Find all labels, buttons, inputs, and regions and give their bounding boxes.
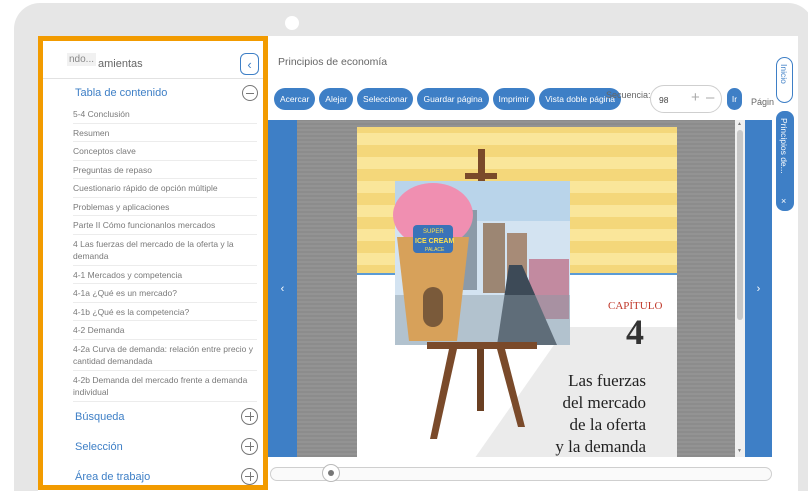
tab-inicio-label[interactable]: Inicio [779, 64, 789, 84]
print-button[interactable]: Imprimir [492, 88, 536, 110]
toc-list: 5-4 Conclusión Resumen Conceptos clave P… [73, 105, 257, 402]
chapter-title: Las fuerzas del mercado de la oferta y l… [555, 370, 646, 458]
chapter-title-line: Las fuerzas [568, 371, 646, 390]
expand-plus-icon[interactable] [241, 407, 258, 425]
expand-plus-icon[interactable] [241, 467, 258, 485]
toc-item[interactable]: Conceptos clave [73, 142, 257, 161]
accordion-selection[interactable]: Selección [43, 432, 263, 462]
accordion-search[interactable]: Búsqueda [43, 402, 263, 432]
zoom-in-button[interactable]: Acercar [274, 88, 316, 110]
easel-crossbar [465, 173, 497, 179]
toc-header[interactable]: Tabla de contenido [43, 85, 263, 105]
scrollbar-thumb[interactable] [737, 130, 743, 320]
accordion-workspace[interactable]: Área de trabajo [43, 462, 263, 486]
sidebar-header: ndo... amientas ‹ [43, 41, 263, 79]
page-slider-handle[interactable] [322, 464, 340, 482]
building [483, 223, 505, 293]
zoom-out-button[interactable]: Alejar [319, 88, 354, 110]
toc-item[interactable]: 4-2b Demanda del mercado frente a demand… [73, 371, 257, 402]
toc-item[interactable]: Preguntas de repaso [73, 161, 257, 179]
tab-inicio[interactable]: Inicio [776, 57, 793, 103]
chapter-title-line: de la oferta [569, 415, 646, 434]
scroll-up-arrow-icon[interactable]: ▲ [737, 121, 742, 127]
go-button[interactable]: Ir [727, 88, 742, 110]
select-button[interactable]: Seleccionar [357, 88, 414, 110]
chapter-title-line: del mercado [562, 393, 646, 412]
easel-leg [430, 349, 457, 439]
easel-leg [497, 349, 525, 427]
toc-item[interactable]: 4-1a ¿Qué es un mercado? [73, 284, 257, 303]
page-label: Págin [751, 97, 775, 107]
toc-item[interactable]: 4-2 Demanda [73, 321, 257, 340]
close-icon[interactable]: × [781, 196, 786, 206]
chapter-title-line: y la demanda [555, 437, 646, 456]
camera-dot [285, 16, 299, 30]
accordion-workspace-label[interactable]: Área de trabajo [75, 471, 150, 483]
sign-text: SUPER [423, 229, 444, 235]
collapse-minus-icon[interactable] [242, 85, 258, 101]
toc-item[interactable]: Parte II Cómo funcionanlos mercados [73, 216, 257, 235]
save-page-button[interactable]: Guardar página [417, 88, 489, 110]
scroll-down-arrow-icon[interactable]: ▼ [737, 448, 742, 454]
palace-door [423, 287, 443, 327]
toc-item[interactable]: Cuestionario rápido de opción múltiple [73, 179, 257, 198]
toc-item[interactable]: 5-4 Conclusión [73, 105, 257, 124]
sidebar-search-text[interactable]: ndo... [67, 53, 97, 66]
tab-principios[interactable]: Principios de... × [776, 111, 794, 211]
easel-ledge [427, 342, 537, 349]
accordion-selection-label[interactable]: Selección [75, 441, 123, 453]
sequence-label: Secuencia: [606, 90, 651, 100]
toc-item[interactable]: 4-1b ¿Qué es la competencia? [73, 303, 257, 321]
toc-item[interactable]: 4-2a Curva de demanda: relación entre pr… [73, 340, 257, 371]
toc-title[interactable]: Tabla de contenido [75, 87, 167, 99]
next-page-button[interactable]: › [745, 120, 772, 457]
toolbar: Acercar Alejar Seleccionar Guardar págin… [274, 88, 622, 110]
toc-item[interactable]: Problemas y aplicaciones [73, 198, 257, 216]
book-title: Principios de economía [278, 56, 388, 68]
minus-icon[interactable]: – [706, 89, 714, 106]
easel-back-leg [477, 349, 484, 411]
sequence-stepper[interactable]: 98 + – [650, 85, 722, 113]
collapse-sidebar-button[interactable]: ‹ [240, 53, 259, 75]
toc-item[interactable]: 4-1 Mercados y competencia [73, 266, 257, 284]
plus-icon[interactable]: + [691, 89, 700, 106]
previous-page-button[interactable]: ‹ [268, 120, 297, 457]
accordion-search-label[interactable]: Búsqueda [75, 411, 125, 423]
chapter-number: 4 [626, 312, 644, 352]
tab-principios-label[interactable]: Principios de... [779, 118, 789, 174]
sidebar-title: amientas [98, 58, 143, 70]
toc-item[interactable]: Resumen [73, 124, 257, 142]
page-slider-track[interactable] [270, 467, 772, 481]
vertical-scrollbar[interactable]: ▲ ▼ [735, 120, 745, 457]
sign-text: ICE CREAM [415, 238, 454, 245]
sidebar-panel: ndo... amientas ‹ Tabla de contenido 5-4… [38, 36, 268, 490]
expand-plus-icon[interactable] [241, 437, 258, 455]
sequence-input[interactable]: 98 [659, 95, 668, 105]
sign-text: PALACE [425, 247, 445, 253]
toc-item[interactable]: 4 Las fuerzas del mercado de la oferta y… [73, 235, 257, 266]
